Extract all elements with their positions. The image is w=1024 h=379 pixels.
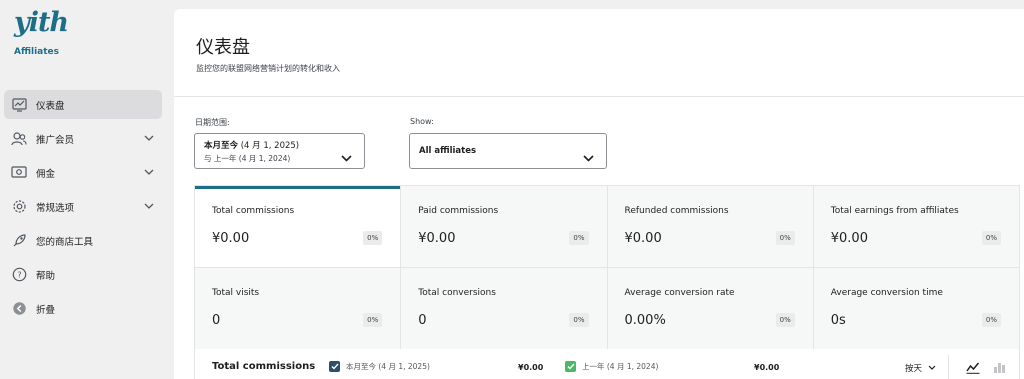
chevron-down-icon (144, 201, 154, 212)
stat-label: Total earnings from affiliates (830, 206, 959, 216)
legend-value: ¥0.00 (518, 363, 544, 372)
main-panel: 仪表盘 监控您的联盟网络营销计划的转化和收入 日期范围: 本月至今 (4 月 1… (174, 9, 1024, 379)
stat-label: Total commissions (212, 206, 295, 216)
interval-select[interactable]: 按天 (905, 362, 936, 374)
svg-text:?: ? (17, 271, 21, 280)
sidebar-item-label: 您的商店工具 (36, 236, 94, 248)
sidebar-nav: 仪表盘 推广会员 佣金 常规选项 您的商店工具 ? 帮助 折叠 (4, 90, 162, 328)
sidebar-item-label: 常规选项 (36, 202, 75, 214)
stat-card-avg-conversion-time[interactable]: Average conversion time 0s 0% (813, 268, 1019, 349)
stat-card-total-visits[interactable]: Total visits 0 0% (195, 268, 401, 349)
legend-item-previous[interactable]: 上一年 (4 月 1, 2024) (565, 361, 658, 372)
chevron-down-icon (144, 167, 154, 178)
chevron-down-icon (341, 147, 352, 166)
dashboard-icon (11, 97, 27, 113)
stat-card-total-commissions[interactable]: Total commissions ¥0.00 0% (195, 186, 401, 267)
legend-value: ¥0.00 (754, 363, 780, 372)
sidebar-item-dashboard[interactable]: 仪表盘 (4, 90, 162, 119)
collapse-icon (11, 301, 27, 317)
stat-value: 0s (830, 313, 846, 328)
stat-change-badge: 0% (775, 313, 795, 327)
stat-value: 0.00% (624, 313, 666, 328)
interval-value: 按天 (905, 364, 923, 374)
sidebar-item-help[interactable]: ? 帮助 (4, 260, 162, 289)
stat-card-total-earnings[interactable]: Total earnings from affiliates ¥0.00 0% (813, 186, 1019, 267)
legend-label: 上一年 (4 月 1, 2024) (582, 362, 659, 371)
header-divider (174, 96, 1024, 97)
date-range-select[interactable]: 本月至今 (4 月 1, 2025) 与 上一年 (4 月 1, 2024) (194, 133, 365, 169)
show-select[interactable]: All affiliates (409, 133, 607, 169)
sidebar-item-label: 帮助 (36, 270, 56, 282)
line-chart-icon[interactable] (966, 359, 980, 378)
stat-change-badge: 0% (569, 313, 589, 327)
stat-change-badge: 0% (775, 231, 795, 245)
gear-icon (11, 199, 27, 215)
stat-card-refunded-commissions[interactable]: Refunded commissions ¥0.00 0% (607, 186, 813, 267)
stat-label: Total conversions (418, 288, 496, 298)
show-value: All affiliates (419, 146, 477, 156)
stats-grid: Total commissions ¥0.00 0% Paid commissi… (194, 185, 1020, 349)
stat-value: ¥0.00 (212, 231, 250, 246)
sidebar-item-affiliates[interactable]: 推广会员 (4, 124, 162, 153)
brand-subtitle: Affiliates (14, 47, 60, 57)
show-label: Show: (410, 117, 434, 126)
stat-change-badge: 0% (363, 313, 383, 327)
sidebar-item-commissions[interactable]: 佣金 (4, 158, 162, 187)
checkbox-checked-icon[interactable] (565, 361, 576, 372)
stat-change-badge: 0% (981, 313, 1001, 327)
chart-header: Total commissions 本月至今 (4 月 1, 2025) ¥0.… (194, 349, 1020, 379)
sidebar-item-collapse[interactable]: 折叠 (4, 294, 162, 323)
sidebar-item-label: 推广会员 (36, 134, 75, 146)
date-range-value: 本月至今 (4 月 1, 2025) (204, 140, 300, 151)
checkbox-checked-icon[interactable] (329, 361, 340, 372)
stat-label: Total visits (212, 288, 260, 298)
stat-change-badge: 0% (569, 231, 589, 245)
legend-item-current[interactable]: 本月至今 (4 月 1, 2025) (329, 361, 430, 372)
money-icon (11, 165, 27, 181)
chevron-down-icon (583, 147, 594, 166)
stat-value: ¥0.00 (624, 231, 662, 246)
page-title: 仪表盘 (196, 37, 250, 58)
chart-title: Total commissions (212, 361, 316, 372)
sidebar-item-label: 佣金 (36, 168, 56, 180)
date-range-compare: 与 上一年 (4 月 1, 2024) (204, 153, 291, 163)
stat-value: ¥0.00 (830, 231, 868, 246)
chevron-down-icon (928, 363, 936, 373)
page-description: 监控您的联盟网络营销计划的转化和收入 (196, 64, 340, 73)
bar-chart-icon[interactable] (993, 359, 1006, 378)
stat-card-paid-commissions[interactable]: Paid commissions ¥0.00 0% (401, 186, 607, 267)
users-icon (11, 131, 27, 147)
legend-label: 本月至今 (4 月 1, 2025) (346, 362, 430, 371)
sidebar-item-label: 折叠 (36, 304, 56, 316)
stat-card-avg-conversion-rate[interactable]: Average conversion rate 0.00% 0% (607, 268, 813, 349)
stat-label: Refunded commissions (624, 206, 729, 216)
chevron-down-icon (144, 133, 154, 144)
toolbar-divider (948, 355, 949, 379)
sidebar-item-general-options[interactable]: 常规选项 (4, 192, 162, 221)
stat-value: 0 (418, 313, 427, 328)
sidebar-item-store-tools[interactable]: 您的商店工具 (4, 226, 162, 255)
stat-change-badge: 0% (981, 231, 1001, 245)
brand[interactable]: yith Affiliates (14, 6, 69, 57)
rocket-icon (11, 233, 27, 249)
yith-logo: yith (14, 7, 69, 38)
date-range-label: 日期范围: (195, 118, 230, 127)
stat-value: ¥0.00 (418, 231, 456, 246)
help-icon: ? (11, 267, 27, 283)
stat-value: 0 (212, 313, 221, 328)
stat-label: Paid commissions (418, 206, 499, 216)
stat-change-badge: 0% (363, 231, 383, 245)
sidebar-item-label: 仪表盘 (36, 100, 65, 112)
stat-label: Average conversion time (830, 288, 943, 298)
sidebar: yith Affiliates 仪表盘 推广会员 佣金 常规选项 您的商店工具 … (0, 0, 172, 379)
stat-label: Average conversion rate (624, 288, 735, 298)
stat-card-total-conversions[interactable]: Total conversions 0 0% (401, 268, 607, 349)
